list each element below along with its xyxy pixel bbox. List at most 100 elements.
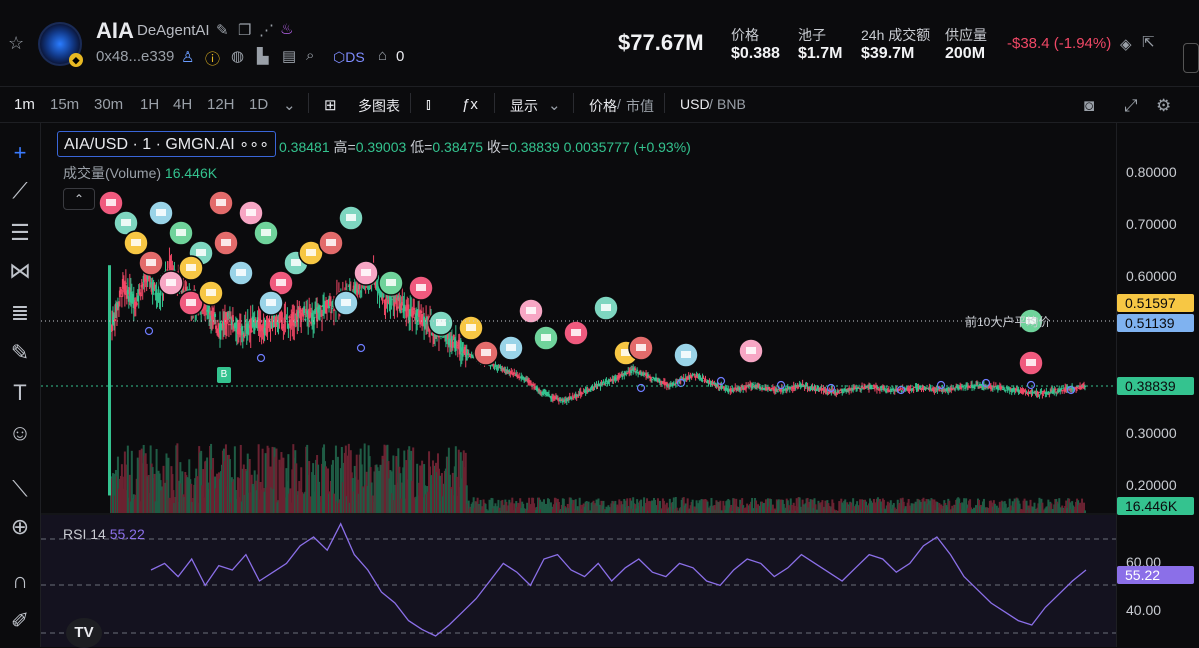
- chevron-down-icon[interactable]: ⌄: [283, 96, 296, 114]
- stat-supply-label: 供应量: [945, 27, 987, 43]
- favorite-star-icon[interactable]: ☆: [8, 33, 24, 54]
- trader-avatar-face: [176, 229, 186, 236]
- edit-icon[interactable]: ✎: [216, 21, 229, 39]
- interval-1d[interactable]: 1D: [249, 96, 268, 113]
- user-icon[interactable]: ♙: [181, 48, 194, 66]
- trader-avatar-face: [131, 239, 141, 246]
- chart-icon[interactable]: ▙: [257, 47, 269, 65]
- holders-count: 0: [396, 48, 405, 65]
- divider: [573, 93, 574, 113]
- interval-4h[interactable]: 4H: [173, 96, 192, 113]
- magnet-icon[interactable]: ∩: [6, 568, 34, 594]
- globe-icon[interactable]: ◍: [231, 47, 244, 65]
- high-label: 高=: [333, 139, 356, 155]
- interval-1m[interactable]: 1m: [14, 96, 35, 113]
- candle-body: [286, 321, 289, 323]
- candle-body: [900, 390, 903, 393]
- buy-marker[interactable]: B: [217, 367, 231, 383]
- external-link-icon[interactable]: ⇱: [1142, 33, 1155, 51]
- candle-body: [1043, 390, 1046, 392]
- rsi-tick: 40.00: [1126, 602, 1162, 618]
- stat-pool-value: $1.7M: [798, 45, 843, 62]
- trader-avatar-face: [636, 344, 646, 351]
- horizontal-lines-icon[interactable]: ☰: [6, 220, 34, 246]
- candle-body: [268, 318, 271, 320]
- emoji-icon[interactable]: ☺: [6, 420, 34, 446]
- price-tick: 0.80000: [1126, 164, 1177, 180]
- trader-avatar-face: [681, 351, 691, 358]
- candle-body: [702, 377, 705, 379]
- trader-avatar-face: [326, 239, 336, 246]
- interval-12h[interactable]: 12H: [207, 96, 235, 113]
- pair-name: AIA/USD · 1 · GMGN.AI: [64, 136, 235, 153]
- trader-avatar-face: [206, 289, 216, 296]
- candle-body: [752, 384, 755, 386]
- chain-badge-icon: ◆: [69, 53, 83, 67]
- trendline-icon[interactable]: ⟋: [6, 178, 34, 204]
- text-icon[interactable]: T: [6, 380, 34, 406]
- volume-legend: 成交量(Volume) 16.446K: [63, 163, 217, 183]
- add-chart-icon[interactable]: ⊞: [324, 96, 337, 114]
- multi-chart-button[interactable]: 多图表: [358, 96, 400, 116]
- crosshair-icon[interactable]: +: [6, 140, 34, 166]
- lock-drawing-icon[interactable]: ✐: [6, 608, 34, 634]
- mcap-toggle[interactable]: 市值: [626, 96, 654, 116]
- interval-1h[interactable]: 1H: [140, 96, 159, 113]
- candle-body: [214, 313, 217, 317]
- candle-body: [571, 395, 574, 397]
- ruler-icon[interactable]: ⟍: [6, 476, 34, 502]
- camera-icon[interactable]: ◙: [1084, 96, 1094, 116]
- zoom-in-icon[interactable]: ⊕: [6, 514, 34, 540]
- candle-body: [776, 391, 779, 393]
- candle-type-icon[interactable]: ⫾: [426, 96, 431, 113]
- candle-body: [581, 392, 584, 394]
- candle-body: [589, 390, 592, 392]
- trader-avatar-face: [436, 319, 446, 326]
- divider: [664, 93, 665, 113]
- settings-icon[interactable]: ⚙: [1156, 96, 1171, 116]
- change-value: 0.0035777 (+0.93%): [563, 139, 691, 155]
- price-toggle[interactable]: 价格: [589, 96, 617, 116]
- usd-toggle[interactable]: USD: [680, 96, 710, 112]
- pair-legend[interactable]: AIA/USD · 1 · GMGN.AI ∘∘∘: [57, 131, 277, 157]
- warning-icon[interactable]: ⓘ: [205, 48, 220, 69]
- trader-avatar-face: [416, 284, 426, 291]
- share-icon[interactable]: ⋰: [259, 21, 274, 39]
- candle-body: [924, 389, 927, 391]
- interval-15m[interactable]: 15m: [50, 96, 79, 113]
- trader-avatar-face: [106, 199, 116, 206]
- price-tick: 0.60000: [1126, 268, 1177, 284]
- price-chart[interactable]: [41, 123, 1116, 647]
- collapse-legend-button[interactable]: ⌃: [63, 188, 95, 210]
- candle-body: [1037, 391, 1040, 393]
- candle-body: [861, 386, 864, 388]
- fullscreen-icon[interactable]: ⤢: [1124, 96, 1138, 116]
- low-value: 0.38475: [432, 139, 483, 155]
- bnb-toggle[interactable]: BNB: [717, 96, 746, 112]
- fibonacci-icon[interactable]: ≣: [6, 300, 34, 326]
- display-button[interactable]: 显示: [510, 96, 538, 116]
- brush-icon[interactable]: ✎: [6, 340, 34, 366]
- trader-avatar-face: [221, 239, 231, 246]
- indicator-icon[interactable]: ƒx: [462, 96, 478, 113]
- tradingview-logo[interactable]: TV: [66, 618, 102, 648]
- ds-link[interactable]: ⬡DS: [333, 49, 365, 66]
- contract-address[interactable]: 0x48...e339: [96, 48, 174, 65]
- hide-icon[interactable]: ◈: [1120, 35, 1132, 53]
- holders-icon[interactable]: ⌂: [378, 47, 387, 64]
- candle-body: [704, 379, 707, 381]
- more-icon[interactable]: ∘∘∘: [239, 136, 269, 153]
- doc-icon[interactable]: ▤: [282, 47, 296, 65]
- candle-body: [396, 306, 399, 309]
- copy-icon[interactable]: ❐: [238, 21, 251, 39]
- candle-body: [381, 297, 384, 301]
- trader-avatar-face: [346, 214, 356, 221]
- avg-price-tag: 0.51139: [1117, 314, 1194, 332]
- pattern-icon[interactable]: ⋈: [6, 258, 34, 284]
- candle-body: [991, 388, 994, 390]
- chevron-down-icon[interactable]: ⌄: [548, 96, 561, 114]
- side-panel-toggle[interactable]: [1183, 43, 1199, 73]
- interval-30m[interactable]: 30m: [94, 96, 123, 113]
- candle-body: [320, 305, 323, 307]
- search-icon[interactable]: ⌕: [306, 47, 314, 64]
